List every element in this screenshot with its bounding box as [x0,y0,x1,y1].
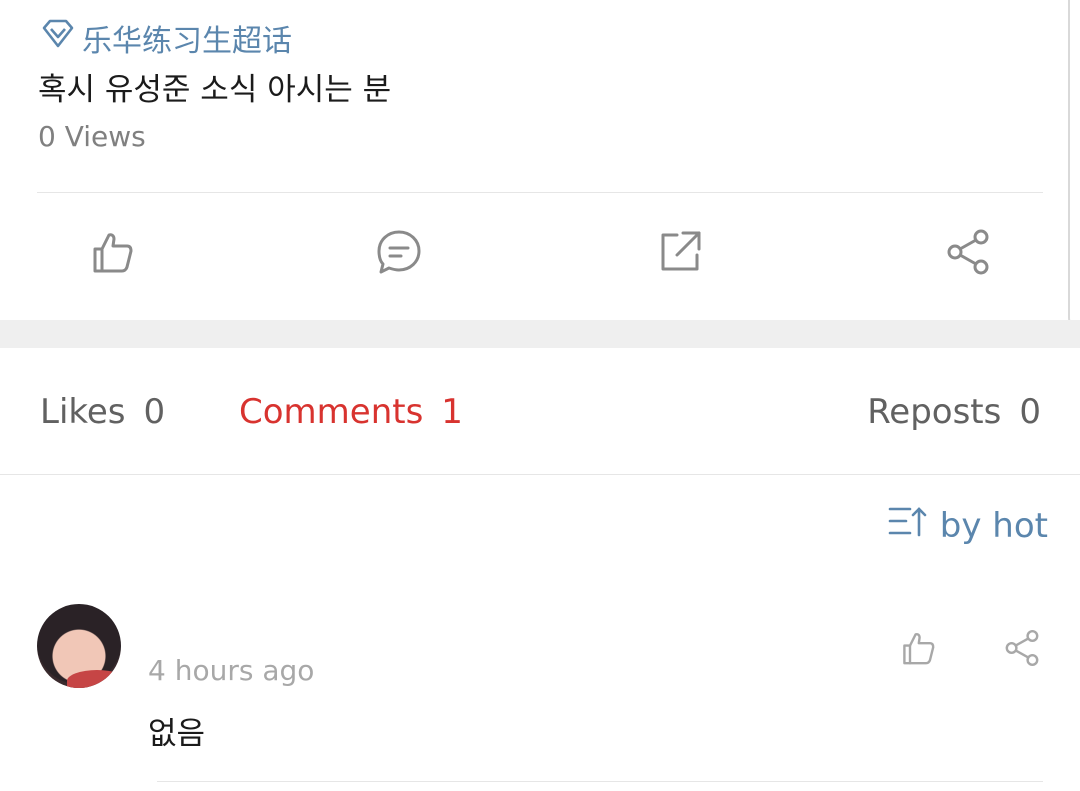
comment-timestamp: 4 hours ago [148,654,315,687]
divider [37,192,1043,193]
avatar[interactable] [37,604,121,688]
repost-button[interactable] [652,226,708,282]
topic-link[interactable]: 乐华练习生超话 [40,16,292,60]
section-separator [0,320,1080,348]
tab-reposts[interactable]: Reposts 0 [867,392,1041,432]
sort-label: by hot [939,505,1048,546]
share-button[interactable] [940,226,996,282]
tab-reposts-count: 0 [1019,392,1041,432]
comment-text: 없음 [148,716,206,752]
comment-like-button[interactable] [898,628,938,668]
thumbs-up-icon [898,633,938,672]
view-count: 0 Views [38,120,146,153]
tab-reposts-label: Reposts [867,392,1002,432]
tab-likes-label: Likes [40,392,126,432]
tab-comments-label: Comments [239,392,424,432]
tab-likes[interactable]: Likes 0 [40,392,165,432]
thumbs-up-icon [87,227,137,281]
diamond-icon [40,16,76,60]
tab-comments-count: 1 [441,392,463,432]
comment-share-button[interactable] [1002,628,1042,668]
comment-button[interactable] [371,226,427,282]
interaction-tabs: Likes 0 Comments 1 Reposts 0 [0,348,1080,475]
post-text: 혹시 유성준 소식 아시는 분 [38,72,392,108]
divider [157,781,1043,782]
panel-edge [1068,0,1080,328]
repost-icon [655,227,705,281]
post-card: 乐华练习生超话 혹시 유성준 소식 아시는 분 0 Views [0,0,1080,320]
share-icon [1002,630,1042,672]
comment-icon [374,227,424,281]
topic-label: 乐华练习生超话 [82,24,292,59]
tab-likes-count: 0 [143,392,166,432]
like-button[interactable] [84,226,140,282]
tab-comments[interactable]: Comments 1 [239,392,463,432]
sort-button[interactable]: by hot [888,504,1048,547]
sort-icon [888,504,928,547]
share-icon [943,227,993,281]
